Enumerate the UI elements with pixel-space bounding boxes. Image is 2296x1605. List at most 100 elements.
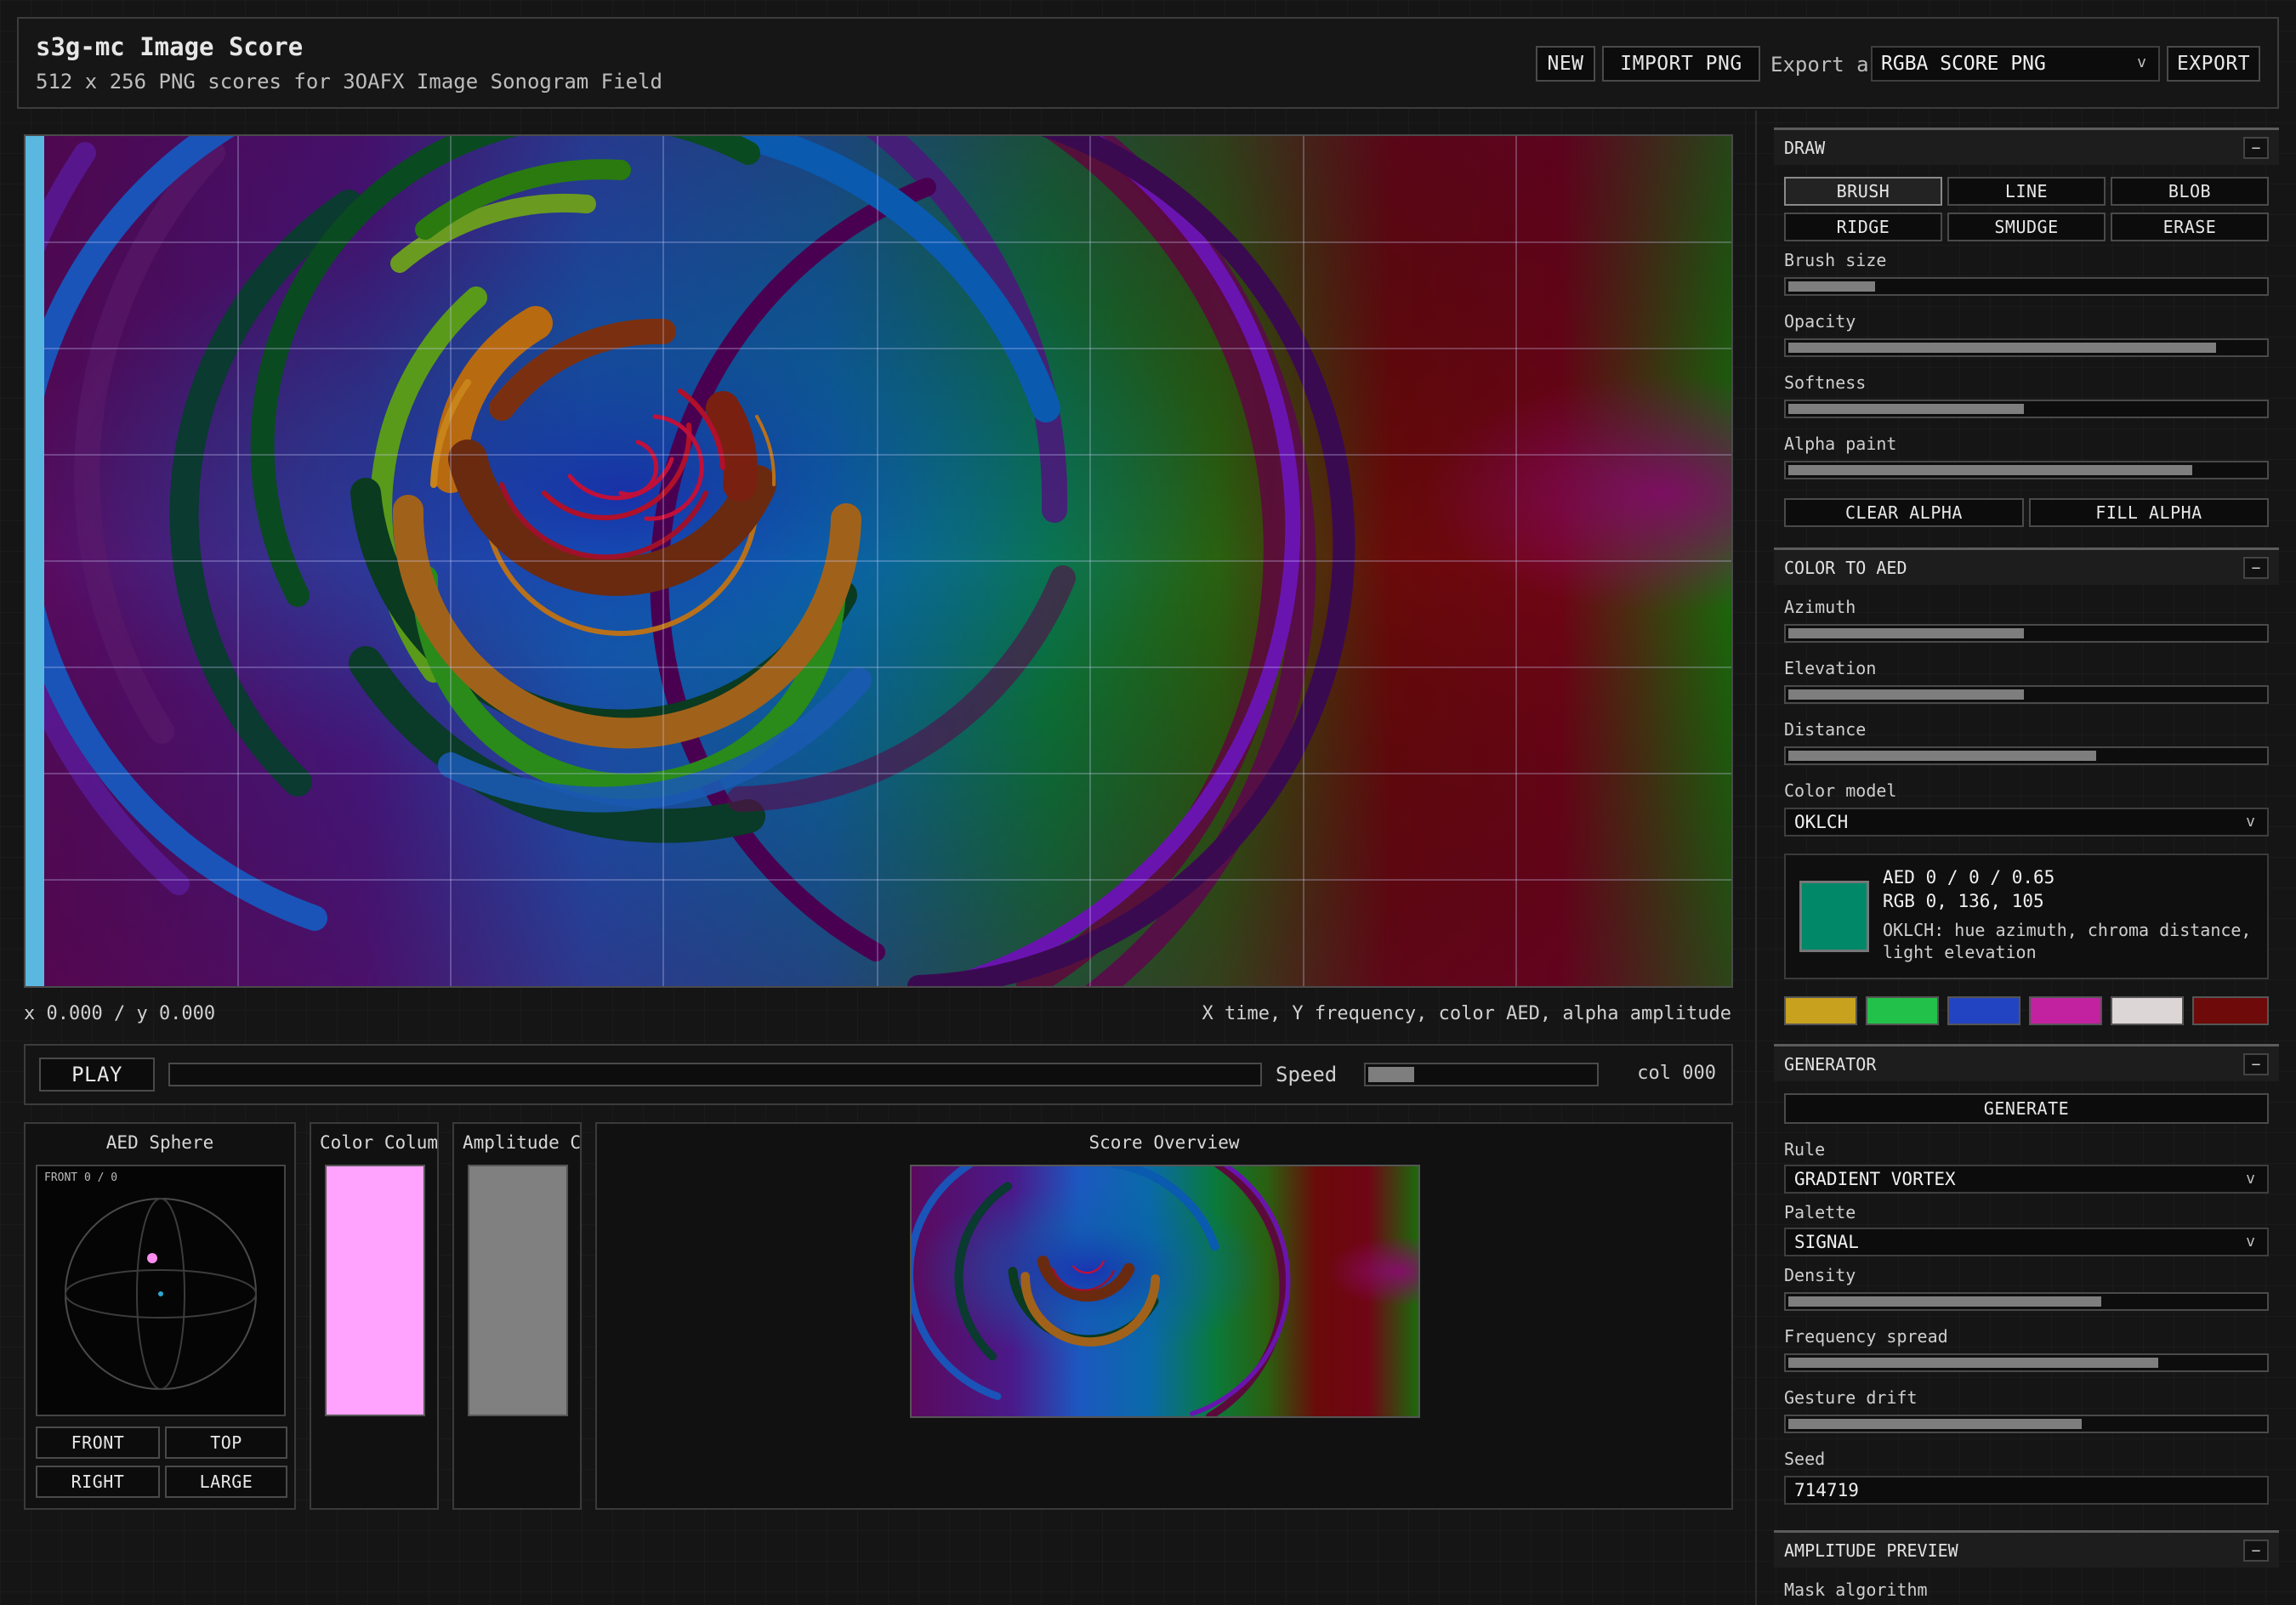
palette-swatch-white[interactable] xyxy=(2111,996,2184,1025)
seed-input[interactable]: 714719 xyxy=(1784,1476,2269,1505)
new-button[interactable]: NEW xyxy=(1536,46,1595,82)
column-readout: col 000 xyxy=(1637,1063,1716,1084)
color-model-label: Color model xyxy=(1784,780,1897,801)
collapse-icon[interactable]: − xyxy=(2243,137,2269,159)
export-format-select[interactable]: RGBA SCORE PNG v xyxy=(1871,46,2160,82)
rule-select[interactable]: GRADIENT VORTEX v xyxy=(1784,1165,2269,1194)
amplitude-column-swatch xyxy=(468,1165,568,1416)
aed-sphere-title: AED Sphere xyxy=(105,1132,214,1153)
distance-slider[interactable] xyxy=(1784,746,2269,765)
opacity-slider[interactable] xyxy=(1784,338,2269,357)
tool-ridge-button[interactable]: RIDGE xyxy=(1784,213,1942,241)
distance-label: Distance xyxy=(1784,719,1867,740)
amplitude-column-title: Amplitude Col xyxy=(463,1132,582,1153)
amplitude-preview-section-header[interactable]: AMPLITUDE PREVIEW − xyxy=(1774,1530,2279,1568)
seed-label: Seed xyxy=(1784,1449,1826,1469)
color-column-swatch xyxy=(325,1165,425,1416)
azimuth-slider[interactable] xyxy=(1784,624,2269,643)
elevation-label: Elevation xyxy=(1784,658,1877,678)
view-large-button[interactable]: LARGE xyxy=(165,1466,287,1498)
tool-erase-button[interactable]: ERASE xyxy=(2111,213,2269,241)
rgb-values: RGB 0, 136, 105 xyxy=(1883,891,2044,911)
alpha-paint-slider[interactable] xyxy=(1784,461,2269,479)
rule-value: GRADIENT VORTEX xyxy=(1794,1169,1956,1189)
score-overview-thumbnail[interactable] xyxy=(910,1165,1420,1418)
view-front-button[interactable]: FRONT xyxy=(36,1426,160,1459)
density-label: Density xyxy=(1784,1265,1856,1285)
tool-line-button[interactable]: LINE xyxy=(1947,177,2106,206)
app-subtitle: 512 x 256 PNG scores for 3OAFX Image Son… xyxy=(36,70,662,94)
color-column-title: Color Column xyxy=(320,1132,439,1153)
amplitude-column-panel: Amplitude Col xyxy=(452,1122,582,1510)
color-column-panel: Color Column xyxy=(310,1122,439,1510)
frequency-spread-label: Frequency spread xyxy=(1784,1326,1948,1347)
app-header: s3g-mc Image Score 512 x 256 PNG scores … xyxy=(17,17,2279,109)
rule-label: Rule xyxy=(1784,1139,1826,1160)
cursor-coordinates: x 0.000 / y 0.000 xyxy=(24,1003,216,1024)
frequency-spread-slider[interactable] xyxy=(1784,1353,2269,1372)
chevron-down-icon: v xyxy=(2246,1170,2255,1188)
tool-brush-button[interactable]: BRUSH xyxy=(1784,177,1942,206)
aed-sphere-panel: AED Sphere FRONT 0 / 0 FRONT TOP RIGHT L… xyxy=(24,1122,296,1510)
import-png-button[interactable]: IMPORT PNG xyxy=(1602,46,1760,82)
softness-label: Softness xyxy=(1784,372,1867,393)
palette-swatch-blue[interactable] xyxy=(1947,996,2020,1025)
aed-sphere-view[interactable]: FRONT 0 / 0 xyxy=(36,1165,286,1416)
playhead-cursor xyxy=(26,136,44,986)
brush-size-label: Brush size xyxy=(1784,250,1887,270)
score-overview-panel: Score Overview xyxy=(595,1122,1733,1510)
score-canvas[interactable] xyxy=(24,134,1733,988)
brush-size-slider[interactable] xyxy=(1784,277,2269,296)
chevron-down-icon: v xyxy=(2137,54,2146,71)
chevron-down-icon: v xyxy=(2246,1233,2255,1251)
collapse-icon[interactable]: − xyxy=(2243,557,2269,579)
amplitude-preview-title: AMPLITUDE PREVIEW xyxy=(1784,1540,1958,1561)
fill-alpha-button[interactable]: FILL ALPHA xyxy=(2029,498,2269,527)
palette-swatch-magenta[interactable] xyxy=(2029,996,2102,1025)
generator-section-header[interactable]: GENERATOR − xyxy=(1774,1044,2279,1081)
softness-slider[interactable] xyxy=(1784,400,2269,418)
export-as-label: Export as xyxy=(1770,53,1882,77)
alpha-paint-label: Alpha paint xyxy=(1784,434,1897,454)
gesture-drift-label: Gesture drift xyxy=(1784,1387,1918,1408)
export-format-value: RGBA SCORE PNG xyxy=(1881,53,2046,75)
clear-alpha-button[interactable]: CLEAR ALPHA xyxy=(1784,498,2024,527)
axis-legend: X time, Y frequency, color AED, alpha am… xyxy=(1202,1003,1731,1024)
seed-value: 714719 xyxy=(1794,1480,1859,1500)
color-model-note-line2: light elevation xyxy=(1883,942,2037,962)
sphere-center xyxy=(158,1291,163,1296)
palette-select[interactable]: SIGNAL v xyxy=(1784,1228,2269,1256)
sidebar-divider xyxy=(1755,111,1757,1605)
palette-swatch-green[interactable] xyxy=(1866,996,1939,1025)
palette-swatch-gold[interactable] xyxy=(1784,996,1857,1025)
playback-progress-slider[interactable] xyxy=(168,1063,1262,1086)
collapse-icon[interactable]: − xyxy=(2243,1540,2269,1562)
transport-bar: PLAY Speed col 000 xyxy=(24,1044,1733,1105)
color-to-aed-section-header[interactable]: COLOR TO AED − xyxy=(1774,547,2279,585)
palette-swatch-darkred[interactable] xyxy=(2192,996,2269,1025)
generate-button[interactable]: GENERATE xyxy=(1784,1093,2269,1124)
elevation-slider[interactable] xyxy=(1784,685,2269,704)
draw-section-header[interactable]: DRAW − xyxy=(1774,128,2279,165)
palette-value: SIGNAL xyxy=(1794,1232,1859,1252)
color-model-note-line1: OKLCH: hue azimuth, chroma distance, xyxy=(1883,920,2252,940)
color-model-select[interactable]: OKLCH v xyxy=(1784,808,2269,837)
collapse-icon[interactable]: − xyxy=(2243,1053,2269,1075)
view-top-button[interactable]: TOP xyxy=(165,1426,287,1459)
aed-readout-card: AED 0 / 0 / 0.65 RGB 0, 136, 105 OKLCH: … xyxy=(1784,854,2269,979)
play-button[interactable]: PLAY xyxy=(39,1058,155,1092)
export-button[interactable]: EXPORT xyxy=(2167,46,2260,82)
view-right-button[interactable]: RIGHT xyxy=(36,1466,160,1498)
color-to-aed-title: COLOR TO AED xyxy=(1784,558,1907,578)
density-slider[interactable] xyxy=(1784,1292,2269,1311)
mask-algorithm-label: Mask algorithm xyxy=(1784,1579,1928,1600)
color-preview-swatch[interactable] xyxy=(1799,881,1869,952)
tool-blob-button[interactable]: BLOB xyxy=(2111,177,2269,206)
gesture-drift-slider[interactable] xyxy=(1784,1415,2269,1433)
score-overview-title: Score Overview xyxy=(1088,1132,1240,1153)
speed-slider[interactable] xyxy=(1364,1063,1599,1086)
generator-title: GENERATOR xyxy=(1784,1054,1877,1075)
draw-section-title: DRAW xyxy=(1784,138,1826,158)
chevron-down-icon: v xyxy=(2246,813,2255,831)
tool-smudge-button[interactable]: SMUDGE xyxy=(1947,213,2106,241)
